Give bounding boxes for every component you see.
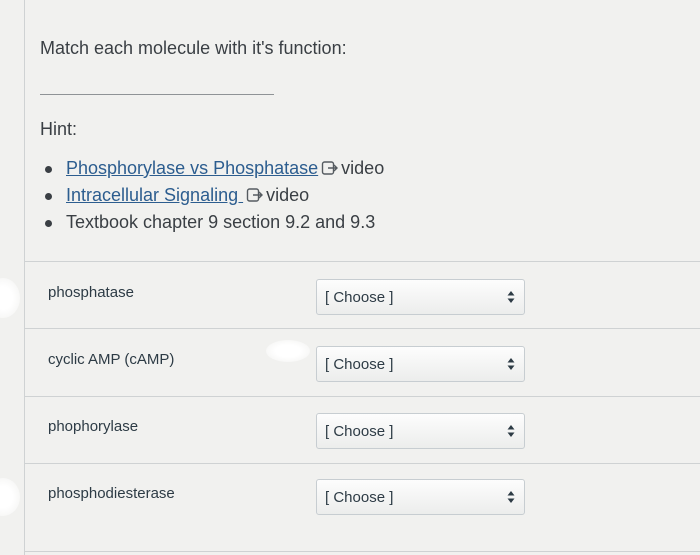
select-value: [ Choose ] xyxy=(325,489,394,506)
cyclic-amp-select[interactable]: [ Choose ] xyxy=(316,346,525,382)
hint-list: Phosphorylase vs Phosphatase video Intrac… xyxy=(40,155,384,236)
phosphatase-select[interactable]: [ Choose ] xyxy=(316,279,525,315)
updown-arrows-icon xyxy=(507,491,515,503)
hint-item-textbook: Textbook chapter 9 section 9.2 and 9.3 xyxy=(40,209,384,236)
match-label-phosphatase: phosphatase xyxy=(48,284,134,301)
match-label-cyclic-amp: cyclic AMP (cAMP) xyxy=(48,351,175,368)
phosphodiesterase-select[interactable]: [ Choose ] xyxy=(316,479,525,515)
row-divider xyxy=(24,396,700,397)
external-link-icon[interactable] xyxy=(246,187,264,203)
select-value: [ Choose ] xyxy=(325,356,394,373)
select-value: [ Choose ] xyxy=(325,423,394,440)
row-divider xyxy=(24,328,700,329)
screen-glare xyxy=(0,478,20,516)
row-divider xyxy=(24,261,700,262)
intracellular-signaling-link[interactable]: Intracellular Signaling xyxy=(66,185,243,205)
select-value: [ Choose ] xyxy=(325,289,394,306)
phosphorylase-vs-phosphatase-link[interactable]: Phosphorylase vs Phosphatase xyxy=(66,158,318,178)
screen-glare xyxy=(266,340,310,362)
row-divider xyxy=(24,463,700,464)
bullet xyxy=(45,193,52,200)
match-label-phophorylase: phophorylase xyxy=(48,418,139,435)
updown-arrows-icon xyxy=(507,358,515,370)
hint-label: Hint: xyxy=(40,119,78,139)
textbook-reference-text: Textbook chapter 9 section 9.2 and 9.3 xyxy=(66,212,376,232)
hint-video-suffix: video xyxy=(266,185,310,205)
updown-arrows-icon xyxy=(507,291,515,303)
content-left-border xyxy=(24,0,25,555)
question-text: Match each molecule with it's function: xyxy=(40,38,347,58)
screen-glare xyxy=(0,278,20,318)
updown-arrows-icon xyxy=(507,425,515,437)
phophorylase-select[interactable]: [ Choose ] xyxy=(316,413,525,449)
question-divider xyxy=(40,94,274,95)
hint-video-suffix: video xyxy=(341,158,385,178)
match-label-phosphodiesterase: phosphodiesterase xyxy=(48,485,175,502)
hint-item-phosphorylase: Phosphorylase vs Phosphatase video xyxy=(40,155,384,182)
bullet xyxy=(45,166,52,173)
hint-item-intracellular: Intracellular Signaling video xyxy=(40,182,384,209)
bullet xyxy=(45,220,52,227)
external-link-icon[interactable] xyxy=(321,160,339,176)
content-bottom-border xyxy=(24,551,700,552)
